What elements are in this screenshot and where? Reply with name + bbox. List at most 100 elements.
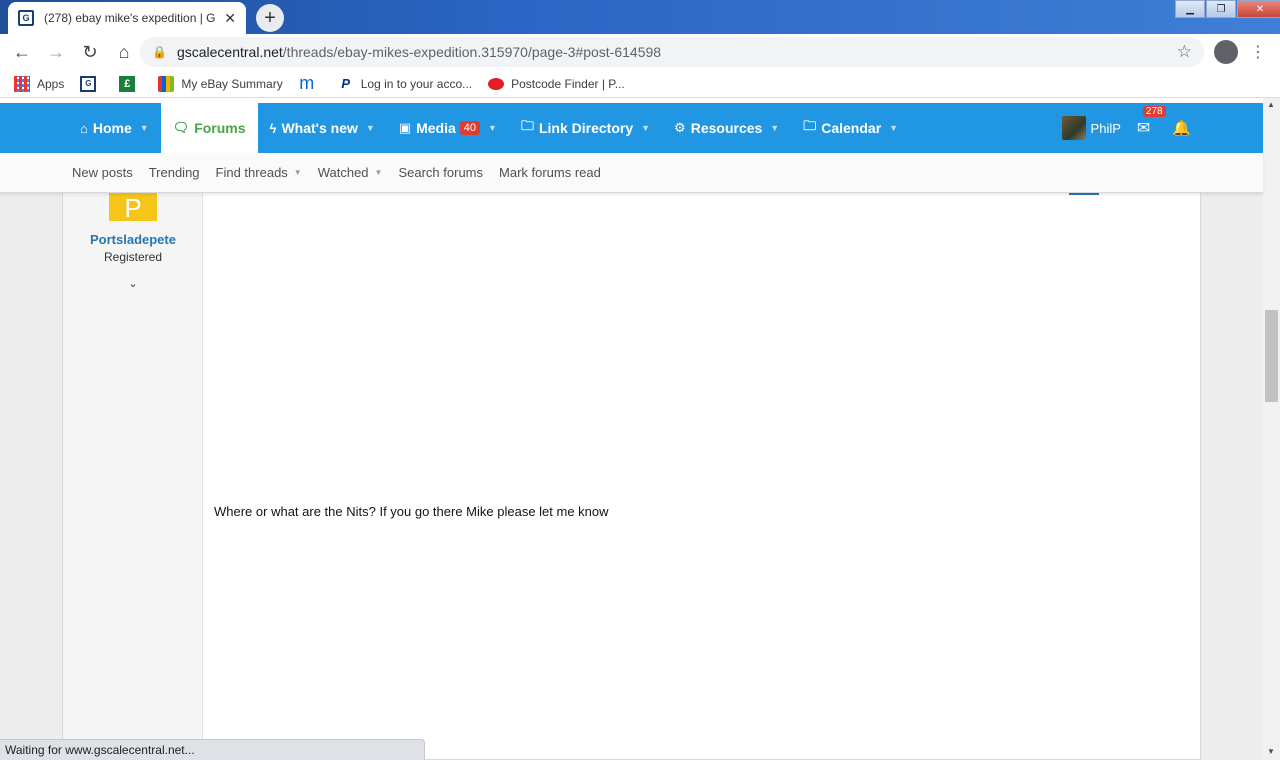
- bolt-icon: ϟ: [269, 120, 277, 136]
- browser-titlebar: G (278) ebay mike's expedition | G ✕ + ▁…: [0, 0, 1280, 34]
- reload-icon[interactable]: ↻: [74, 36, 106, 68]
- bookmark-pound[interactable]: £: [119, 75, 142, 92]
- nav-label: Media: [416, 120, 456, 136]
- nav-forums[interactable]: 🗨 Forums: [160, 103, 258, 153]
- bookmark-label: My eBay Summary: [181, 76, 283, 91]
- m-icon: m: [299, 73, 315, 93]
- lock-icon: 🔒: [152, 45, 167, 59]
- chevron-down-icon[interactable]: ▼: [770, 123, 779, 133]
- image-icon: ▣: [398, 120, 412, 135]
- post-username[interactable]: Portsladepete: [63, 232, 203, 247]
- scroll-up-icon[interactable]: ▲: [1267, 100, 1275, 109]
- subnav-trending[interactable]: Trending: [141, 165, 208, 180]
- status-bubble: Waiting for www.gscalecentral.net...: [0, 739, 425, 760]
- nav-label: Link Directory: [538, 120, 634, 136]
- bell-icon[interactable]: 🔔: [1172, 119, 1191, 137]
- url-path: /threads/ebay-mikes-expedition.315970/pa…: [282, 44, 662, 60]
- bookmark-star-icon[interactable]: ☆: [1177, 42, 1192, 62]
- nav-link-directory[interactable]: 🗀 Link Directory ▼: [509, 103, 662, 153]
- scroll-down-icon[interactable]: ▼: [1267, 747, 1275, 756]
- chevron-down-icon[interactable]: ▼: [294, 168, 302, 177]
- home-button-icon[interactable]: ⌂: [108, 36, 140, 68]
- bookmark-apps[interactable]: Apps: [14, 75, 65, 92]
- bookmark-label: Log in to your acco...: [360, 76, 473, 91]
- window-close-icon[interactable]: ✕: [1237, 0, 1280, 18]
- url-text: gscalecentral.net/threads/ebay-mikes-exp…: [177, 44, 1177, 60]
- bookmark-gscale[interactable]: G: [80, 75, 103, 92]
- nav-whats-new[interactable]: ϟ What's new ▼: [258, 103, 387, 153]
- bookmark-ebay-summary[interactable]: My eBay Summary: [158, 75, 283, 92]
- forum-post: P Portsladepete Registered ⌄ Where or wh…: [62, 193, 1201, 760]
- comments-icon: 🗨: [172, 120, 190, 135]
- maximize-icon[interactable]: ❐: [1206, 0, 1236, 18]
- user-avatar[interactable]: [1061, 116, 1086, 140]
- user-navigation: PhilP ✉ 278 🔔: [1061, 103, 1191, 153]
- embedded-media-edge: [1069, 193, 1099, 195]
- gscale-favicon-icon: G: [18, 10, 34, 26]
- nav-label: Resources: [690, 120, 763, 136]
- bookmark-paypal[interactable]: P Log in to your acco...: [338, 76, 472, 92]
- chevron-down-icon[interactable]: ▼: [140, 123, 149, 133]
- chevron-down-icon[interactable]: ▼: [889, 123, 898, 133]
- browser-tab[interactable]: G (278) ebay mike's expedition | G ✕: [8, 2, 246, 34]
- ebay-bag-icon: [158, 75, 175, 92]
- inbox-button[interactable]: ✉ 278: [1136, 106, 1166, 138]
- profile-avatar-icon[interactable]: [1214, 40, 1238, 64]
- subnav-search-forums[interactable]: Search forums: [390, 165, 491, 180]
- window-controls: ▁ ❐ ✕: [1174, 0, 1280, 18]
- tab-close-icon[interactable]: ✕: [224, 10, 236, 27]
- royal-mail-icon: [488, 77, 505, 90]
- subnav-find-threads[interactable]: Find threads ▼: [208, 165, 310, 180]
- bookmark-postcode[interactable]: Postcode Finder | P...: [488, 77, 625, 91]
- subnav-mark-forums-read[interactable]: Mark forums read: [491, 165, 609, 180]
- nav-label: Home: [92, 120, 132, 136]
- subnav-new-posts[interactable]: New posts: [64, 165, 141, 180]
- username-link[interactable]: PhilP: [1091, 121, 1121, 136]
- folder-icon: 🗀: [803, 118, 817, 133]
- scrollbar-thumb[interactable]: [1265, 310, 1278, 402]
- subnav-watched[interactable]: Watched ▼: [310, 165, 391, 180]
- avatar[interactable]: P: [109, 193, 157, 221]
- nav-label: Forums: [194, 120, 246, 136]
- minimize-icon[interactable]: ▁: [1175, 0, 1205, 18]
- chevron-down-icon[interactable]: ▼: [488, 123, 497, 133]
- nav-resources[interactable]: ⚙ Resources ▼: [662, 103, 791, 153]
- media-count-badge: 40: [459, 121, 481, 135]
- tab-title: (278) ebay mike's expedition | G: [44, 11, 216, 25]
- nav-label: Calendar: [821, 120, 882, 136]
- subnav-label: Find threads: [215, 165, 288, 180]
- bookmark-m[interactable]: m: [299, 73, 322, 93]
- forum-subnav: New posts Trending Find threads ▼ Watched…: [0, 153, 1263, 193]
- nav-home[interactable]: ⌂ Home ▼: [68, 103, 161, 153]
- bookmark-label: Postcode Finder | P...: [511, 76, 625, 91]
- site-navigation: ⌂ Home ▼ 🗨 Forums ϟ What's new ▼ ▣ Media 40 ▼ 🗀 L…: [0, 103, 1263, 153]
- inbox-count-badge: 278: [1142, 106, 1166, 117]
- chevron-down-icon[interactable]: ▼: [641, 123, 650, 133]
- bookmark-label: Apps: [37, 76, 65, 91]
- cogs-icon: ⚙: [674, 120, 686, 135]
- post-user-panel: P Portsladepete Registered ⌄: [63, 193, 203, 760]
- browser-toolbar: ← → ↻ ⌂ 🔒 gscalecentral.net/threads/ebay…: [0, 34, 1280, 70]
- apps-icon: [14, 75, 30, 92]
- home-icon: ⌂: [80, 120, 88, 136]
- post-body: Where or what are the Nits? If you go th…: [214, 504, 609, 519]
- menu-kebab-icon[interactable]: ⋮: [1250, 42, 1266, 62]
- envelope-icon: ✉: [1136, 120, 1151, 137]
- chevron-down-icon[interactable]: ▼: [375, 168, 383, 177]
- gscale-icon: G: [80, 75, 97, 92]
- new-tab-button[interactable]: +: [256, 4, 284, 32]
- address-bar[interactable]: 🔒 gscalecentral.net/threads/ebay-mikes-e…: [140, 37, 1204, 67]
- nav-media[interactable]: ▣ Media 40 ▼: [387, 103, 509, 153]
- back-arrow-icon[interactable]: ←: [6, 36, 38, 68]
- chevron-down-icon[interactable]: ▼: [366, 123, 375, 133]
- subnav-label: Watched: [317, 165, 369, 180]
- nav-calendar[interactable]: 🗀 Calendar ▼: [791, 103, 910, 153]
- chevron-down-icon[interactable]: ⌄: [63, 277, 203, 290]
- pound-icon: £: [119, 75, 136, 92]
- nav-label: What's new: [281, 120, 358, 136]
- forward-arrow-icon[interactable]: →: [40, 36, 72, 68]
- paypal-icon: P: [341, 76, 351, 91]
- page-scrollbar[interactable]: ▲ ▼: [1263, 98, 1280, 760]
- url-domain: gscalecentral.net: [176, 44, 283, 60]
- bookmarks-bar: Apps G £ My eBay Summary m P Log in to yo…: [0, 70, 1280, 98]
